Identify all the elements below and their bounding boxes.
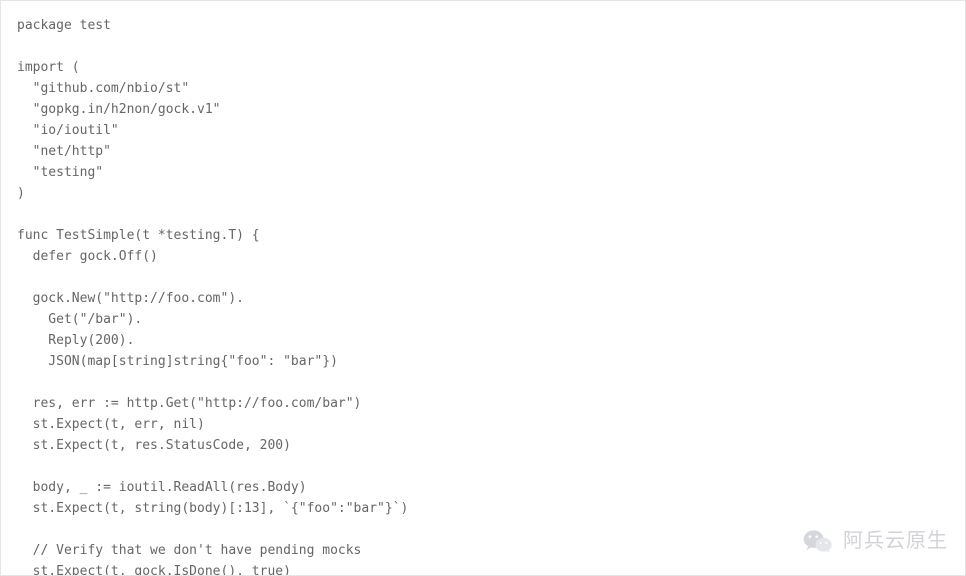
- code-content: package test import ( "github.com/nbio/s…: [17, 18, 408, 576]
- code-snippet: package test import ( "github.com/nbio/s…: [0, 0, 966, 576]
